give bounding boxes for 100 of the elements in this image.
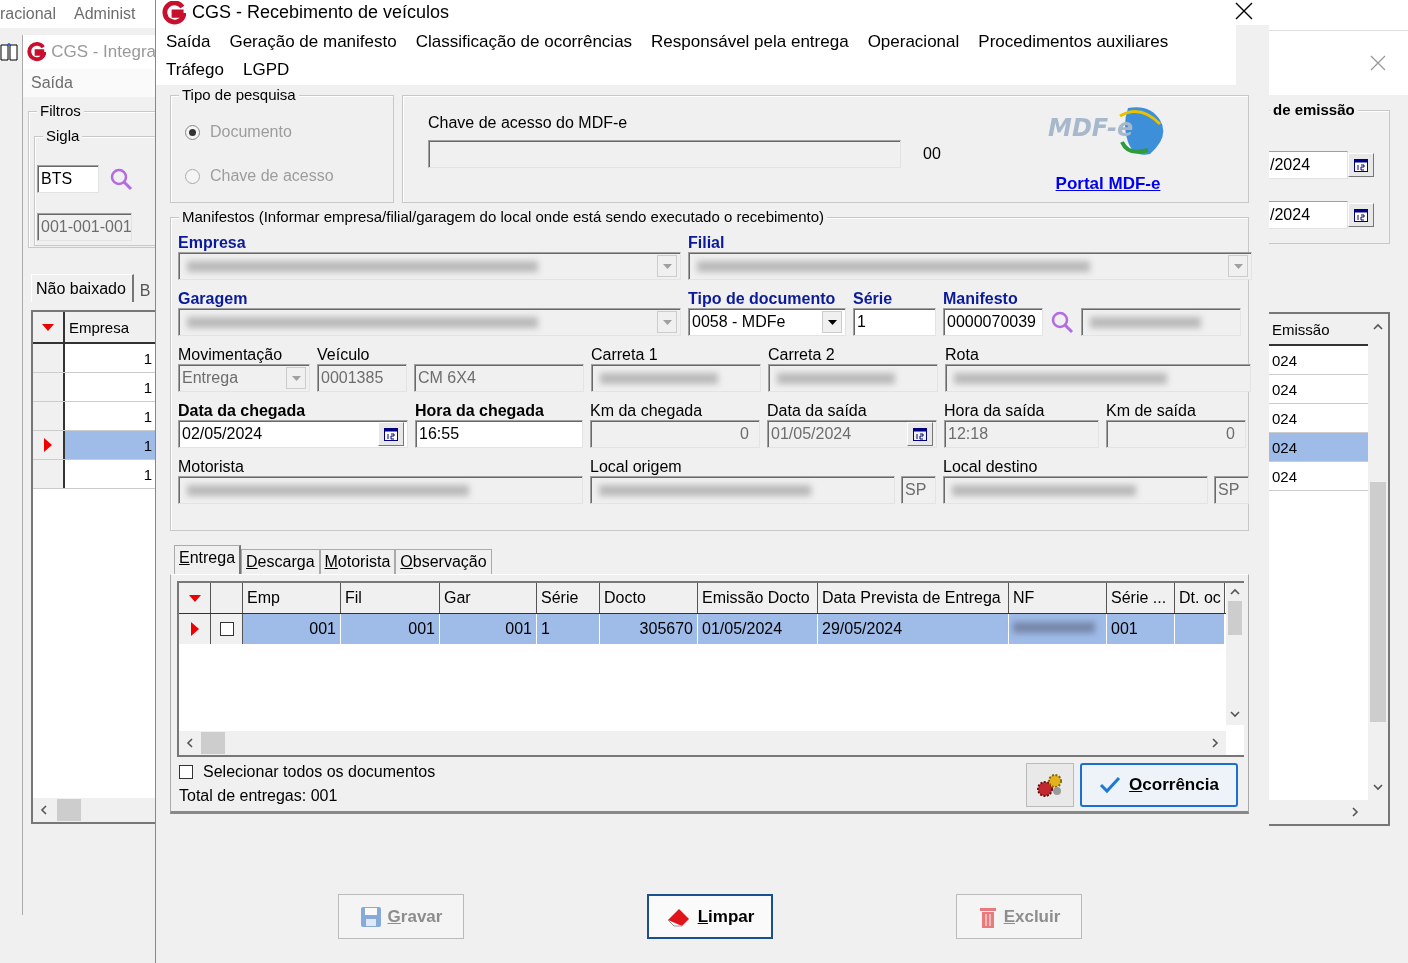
state-field: SP bbox=[901, 476, 936, 504]
row-header[interactable] bbox=[33, 373, 65, 401]
search-icon[interactable] bbox=[1050, 310, 1074, 334]
column-header[interactable]: Série bbox=[537, 583, 600, 613]
date-field[interactable]: /2024 bbox=[1268, 151, 1348, 179]
menu-item[interactable]: Classificação de ocorrências bbox=[415, 31, 633, 53]
table-cell: 305670 bbox=[600, 614, 698, 644]
field-label: Empresa bbox=[178, 234, 246, 252]
field-label: Km de saída bbox=[1106, 402, 1196, 420]
scroll-down-icon[interactable] bbox=[1230, 709, 1240, 719]
row-header[interactable] bbox=[33, 460, 65, 488]
column-header[interactable]: Emp bbox=[243, 583, 341, 613]
column-header[interactable]: Dt. oc bbox=[1175, 583, 1225, 613]
tab[interactable]: Motorista bbox=[319, 549, 396, 574]
checkbox[interactable] bbox=[219, 622, 234, 636]
scroll-thumb[interactable] bbox=[201, 732, 225, 754]
occurrence-button[interactable]: Ocorrência bbox=[1080, 763, 1238, 807]
column-header[interactable]: Série ... bbox=[1107, 583, 1175, 613]
search-icon[interactable] bbox=[109, 167, 133, 191]
column-header[interactable]: Gar bbox=[440, 583, 537, 613]
scrollbar[interactable] bbox=[1226, 583, 1244, 725]
menu-item[interactable]: Tráfego bbox=[166, 59, 224, 81]
menu-item[interactable]: LGPD bbox=[242, 59, 290, 81]
scrollbar[interactable] bbox=[1368, 314, 1388, 800]
table-cell: 024 bbox=[1268, 433, 1368, 461]
total-text: Total de entregas: 001 bbox=[179, 787, 339, 805]
dropdown[interactable]: 0058 - MDFe bbox=[688, 308, 846, 336]
field-label: Data da saída bbox=[767, 402, 867, 420]
dropdown-arrow-icon bbox=[291, 375, 301, 381]
sort-arrow-icon[interactable] bbox=[42, 323, 54, 331]
tab[interactable]: Entrega bbox=[174, 545, 242, 574]
calendar-icon bbox=[913, 427, 927, 441]
check-digit: 00 bbox=[923, 145, 941, 163]
table-cell-text: 1 bbox=[142, 406, 153, 427]
row-header[interactable] bbox=[33, 402, 65, 430]
sigla-field[interactable]: BTS bbox=[37, 165, 99, 193]
input-field[interactable]: 16:55 bbox=[415, 420, 583, 448]
scrollbar[interactable] bbox=[33, 798, 156, 822]
code-field: 001-001-001 bbox=[37, 213, 132, 241]
menu-item[interactable]: Saída bbox=[166, 31, 211, 53]
scrollbar[interactable] bbox=[179, 731, 1226, 755]
scroll-thumb[interactable] bbox=[57, 799, 81, 821]
column-header[interactable]: Docto bbox=[600, 583, 698, 613]
date-field[interactable]: /2024 bbox=[1268, 201, 1348, 229]
input-field[interactable]: 0000070039 bbox=[943, 308, 1043, 336]
table-cell: 001 bbox=[440, 614, 537, 644]
scroll-right-icon[interactable] bbox=[1350, 807, 1360, 817]
column-header[interactable] bbox=[179, 583, 211, 613]
scroll-right-icon[interactable] bbox=[1210, 738, 1220, 748]
column-header[interactable]: Fil bbox=[341, 583, 440, 613]
group-title: Sigla bbox=[43, 127, 83, 145]
field-label: Local destino bbox=[943, 458, 1038, 476]
row-pointer-icon bbox=[190, 622, 199, 636]
dropdown-button[interactable] bbox=[822, 311, 842, 333]
menu-item[interactable]: Operacional bbox=[867, 31, 960, 53]
column-header[interactable]: Emissão Docto bbox=[698, 583, 818, 613]
portal-link[interactable]: Portal MDF-e bbox=[1055, 174, 1161, 194]
column-header[interactable]: Emissão bbox=[1268, 314, 1368, 344]
row-header[interactable] bbox=[33, 344, 65, 372]
menu-item[interactable]: Procedimentos auxiliares bbox=[978, 31, 1169, 53]
column-header[interactable]: NF bbox=[1009, 583, 1107, 613]
scroll-thumb[interactable] bbox=[1228, 601, 1242, 635]
scroll-thumb[interactable] bbox=[1370, 482, 1386, 722]
gears-icon bbox=[1035, 772, 1065, 798]
scroll-up-icon[interactable] bbox=[1373, 322, 1383, 332]
table-cell: 001 bbox=[341, 614, 440, 644]
close-icon[interactable] bbox=[1235, 2, 1253, 20]
column-header[interactable]: Data Prevista de Entrega bbox=[818, 583, 1009, 613]
checkbox[interactable]: Selecionar todos os documentos bbox=[179, 763, 436, 781]
input-field[interactable]: 1 bbox=[853, 308, 936, 336]
calendar-button[interactable] bbox=[378, 422, 404, 446]
tab[interactable]: Não baixado bbox=[31, 274, 134, 302]
table-cell: 01/05/2024 bbox=[698, 614, 818, 644]
tab[interactable]: Observação bbox=[395, 549, 492, 574]
field-label: Tipo de documento bbox=[688, 290, 836, 308]
date-field[interactable]: 02/05/2024 bbox=[178, 420, 408, 448]
menu-item[interactable]: Responsável pela entrega bbox=[651, 31, 849, 53]
row-header[interactable] bbox=[33, 431, 65, 459]
calendar-button[interactable] bbox=[1348, 153, 1374, 177]
scroll-up-icon[interactable] bbox=[1230, 587, 1240, 597]
sort-arrow-icon[interactable] bbox=[188, 594, 201, 602]
calendar-button[interactable] bbox=[1348, 203, 1374, 227]
menu-item[interactable]: Geração de manifesto bbox=[229, 31, 397, 53]
menu-item[interactable]: racional bbox=[0, 5, 57, 23]
menu-item[interactable]: Administ bbox=[74, 5, 136, 23]
column-header[interactable] bbox=[33, 312, 65, 342]
table-cell: 001 bbox=[243, 614, 341, 644]
scroll-left-icon[interactable] bbox=[39, 805, 49, 815]
row-header[interactable] bbox=[179, 614, 211, 644]
scroll-left-icon[interactable] bbox=[185, 738, 195, 748]
dropdown-arrow-icon bbox=[827, 319, 837, 325]
column-header[interactable] bbox=[211, 583, 243, 613]
field-label: Manifesto bbox=[943, 290, 1018, 308]
scroll-down-icon[interactable] bbox=[1373, 782, 1383, 792]
column-header[interactable]: Empresa bbox=[65, 312, 156, 342]
tab[interactable]: Descarga bbox=[241, 549, 320, 574]
dropdown-arrow-icon bbox=[662, 319, 672, 325]
clear-button[interactable]: Limpar bbox=[647, 894, 773, 939]
gears-button[interactable] bbox=[1026, 763, 1074, 807]
logo-icon bbox=[27, 40, 47, 64]
